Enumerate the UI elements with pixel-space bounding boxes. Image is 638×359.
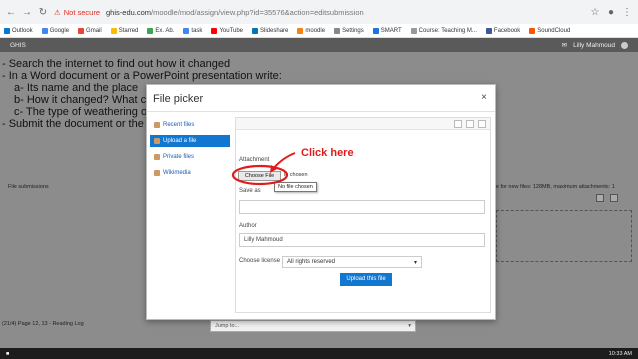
annotation-overlay xyxy=(231,152,296,186)
annotation-text: Click here xyxy=(301,147,354,159)
highlight-circle xyxy=(231,164,289,186)
start-icon[interactable]: ■ xyxy=(6,351,9,357)
taskbar: ■ 10:33 AM xyxy=(0,348,638,359)
arrow-line xyxy=(271,152,296,171)
clock: 10:33 AM xyxy=(608,350,632,357)
